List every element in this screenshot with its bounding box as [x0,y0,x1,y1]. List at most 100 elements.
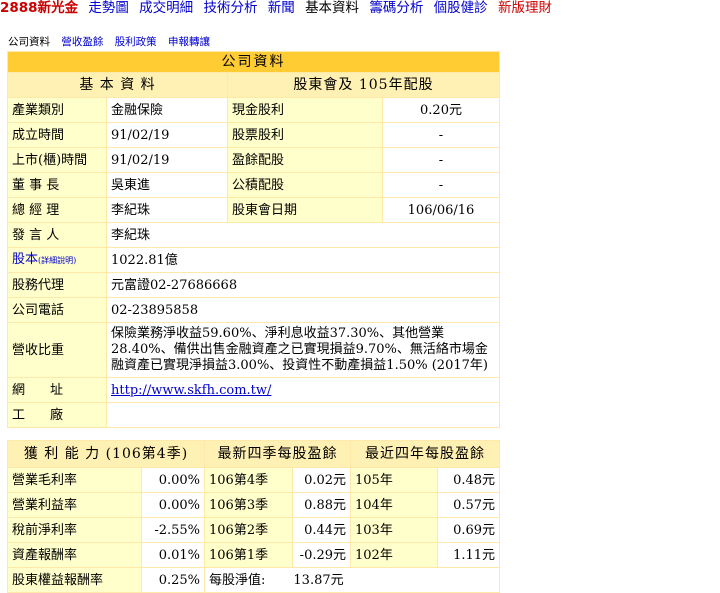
nav-basic-info-current: 基本資料 [305,0,360,16]
subnav-revenue-earnings[interactable]: 營收盈餘 [61,36,103,48]
table-row: 發 言 人 李紀珠 [7,222,500,248]
website-link[interactable]: http://www.skfh.com.tw/ [111,383,271,398]
table-row: 總 經 理 李紀珠 股東會日期 106/06/16 [7,197,500,223]
row-label: 股票股利 [227,122,383,148]
year-eps: 1.11元 [437,542,501,568]
company-info-table: 公司資料 基 本 資 料 股東會及 105年配股 產業類別 金融保險 現金股利 … [7,51,500,428]
nav-trade-details[interactable]: 成交明細 [139,0,193,16]
table-row: 成立時間 91/02/19 股票股利 - [7,122,500,148]
profitability-table: 獲 利 能 力 (106第4季) 最新四季每股盈餘 最近四年每股盈餘 營業毛利率… [6,440,501,593]
book-value-value: 13.87元 [293,572,344,588]
ratio-label: 營業利益率 [7,492,142,518]
year-eps: 0.57元 [437,492,501,518]
nav-technical-analysis[interactable]: 技術分析 [203,0,257,16]
year-label: 102年 [350,542,439,568]
ratio-value: 0.00% [140,492,206,518]
row-value: - [382,147,500,173]
row-value: 0.20元 [382,97,500,123]
subnav-dividend-policy[interactable]: 股利政策 [115,36,157,48]
subnav-company-info-current: 公司資料 [8,36,50,48]
row-value: - [382,172,500,198]
table-row: 股東權益報酬率 0.25% 每股淨值: 13.87元 [7,567,501,593]
shareholder-meeting-header: 股東會及 105年配股 [227,72,500,98]
table-row: 公司電話 02-23895858 [7,297,500,323]
row-label: 公積配股 [227,172,383,198]
capital-cell: 股本(詳細說明) [7,247,107,273]
company-phone-value: 02-23895858 [106,297,500,323]
row-label: 產業類別 [7,97,107,123]
quarter-label: 106第1季 [204,542,294,568]
table-title: 公司資料 [7,51,500,73]
basic-info-header: 基 本 資 料 [7,72,228,98]
table-row: 網 址 http://www.skfh.com.tw/ [7,377,500,403]
year-label: 103年 [350,517,439,543]
capital-link[interactable]: 股本 [12,252,38,267]
annual-eps-header: 最近四年每股盈餘 [350,440,501,468]
capital-value: 1022.81億 [106,247,500,273]
quarter-label: 106第3季 [204,492,294,518]
roe-value: 0.25% [140,567,206,593]
revenue-mix-value: 保險業務淨收益59.60%、淨利息收益37.30%、其他營業28.40%、備供出… [106,322,500,378]
quarter-eps: 0.02元 [292,467,352,493]
row-label: 成立時間 [7,122,107,148]
nav-trend-chart[interactable]: 走勢圖 [88,0,129,16]
revenue-mix-label: 營收比重 [7,322,107,378]
stock-name-link[interactable]: 2888新光金 [0,0,78,16]
row-label: 盈餘配股 [227,147,383,173]
book-value-label: 每股淨值: [209,572,266,588]
capital-details-link[interactable]: (詳細說明) [38,256,76,265]
ratio-label: 稅前淨利率 [7,517,142,543]
row-value: 91/02/19 [106,122,228,148]
row-value: 金融保險 [106,97,228,123]
table-row: 上市(櫃)時間 91/02/19 盈餘配股 - [7,147,500,173]
quarter-label: 106第2季 [204,517,294,543]
quarter-eps: 0.88元 [292,492,352,518]
factory-label: 工 廠 [7,402,107,428]
row-value: - [382,122,500,148]
table-row: 營業毛利率 0.00% 106第4季 0.02元 105年 0.48元 [7,467,501,493]
nav-stock-health[interactable]: 個股健診 [434,0,488,16]
table-row: 股務代理 元富證02-27686668 [7,272,500,298]
year-label: 104年 [350,492,439,518]
company-phone-label: 公司電話 [7,297,107,323]
row-value: 吳東進 [106,172,228,198]
ratio-value: 0.00% [140,467,206,493]
spokesperson-value: 李紀珠 [106,222,500,248]
ratio-label: 營業毛利率 [7,467,142,493]
spokesperson-label: 發 言 人 [7,222,107,248]
table-row: 資產報酬率 0.01% 106第1季 -0.29元 102年 1.11元 [7,542,501,568]
roe-label: 股東權益報酬率 [7,567,142,593]
transfer-agent-label: 股務代理 [7,272,107,298]
quarter-label: 106第4季 [204,467,294,493]
row-value: 106/06/16 [382,197,500,223]
row-label: 股東會日期 [227,197,383,223]
row-label: 現金股利 [227,97,383,123]
subnav-filing-transfer[interactable]: 申報轉讓 [168,36,210,48]
row-value: 91/02/19 [106,147,228,173]
book-value-cell: 每股淨值: 13.87元 [204,567,501,593]
sub-navigation: 公司資料 營收盈餘 股利政策 申報轉讓 [8,34,218,49]
transfer-agent-value: 元富證02-27686668 [106,272,500,298]
table-row: 稅前淨利率 -2.55% 106第2季 0.44元 103年 0.69元 [7,517,501,543]
factory-value [106,402,500,428]
website-label: 網 址 [7,377,107,403]
nav-news[interactable]: 新聞 [268,0,295,16]
quarter-eps: 0.44元 [292,517,352,543]
ratio-value: 0.01% [140,542,206,568]
year-label: 105年 [350,467,439,493]
quarterly-eps-header: 最新四季每股盈餘 [204,440,352,468]
website-cell: http://www.skfh.com.tw/ [106,377,500,403]
row-value: 李紀珠 [106,197,228,223]
table-row: 董 事 長 吳東進 公積配股 - [7,172,500,198]
profitability-header: 獲 利 能 力 (106第4季) [6,440,206,468]
table-row: 營業利益率 0.00% 106第3季 0.88元 104年 0.57元 [7,492,501,518]
nav-new-finance[interactable]: 新版理財 [498,0,552,16]
table-row: 工 廠 [7,402,500,428]
top-navigation: 2888新光金 走勢圖 成交明細 技術分析 新聞 基本資料 籌碼分析 個股健診 … [0,0,558,16]
quarter-eps: -0.29元 [292,542,352,568]
table-row: 產業類別 金融保險 現金股利 0.20元 [7,97,500,123]
nav-chip-analysis[interactable]: 籌碼分析 [369,0,423,16]
year-eps: 0.69元 [437,517,501,543]
row-label: 上市(櫃)時間 [7,147,107,173]
table-row: 營收比重 保險業務淨收益59.60%、淨利息收益37.30%、其他營業28.40… [7,322,500,378]
